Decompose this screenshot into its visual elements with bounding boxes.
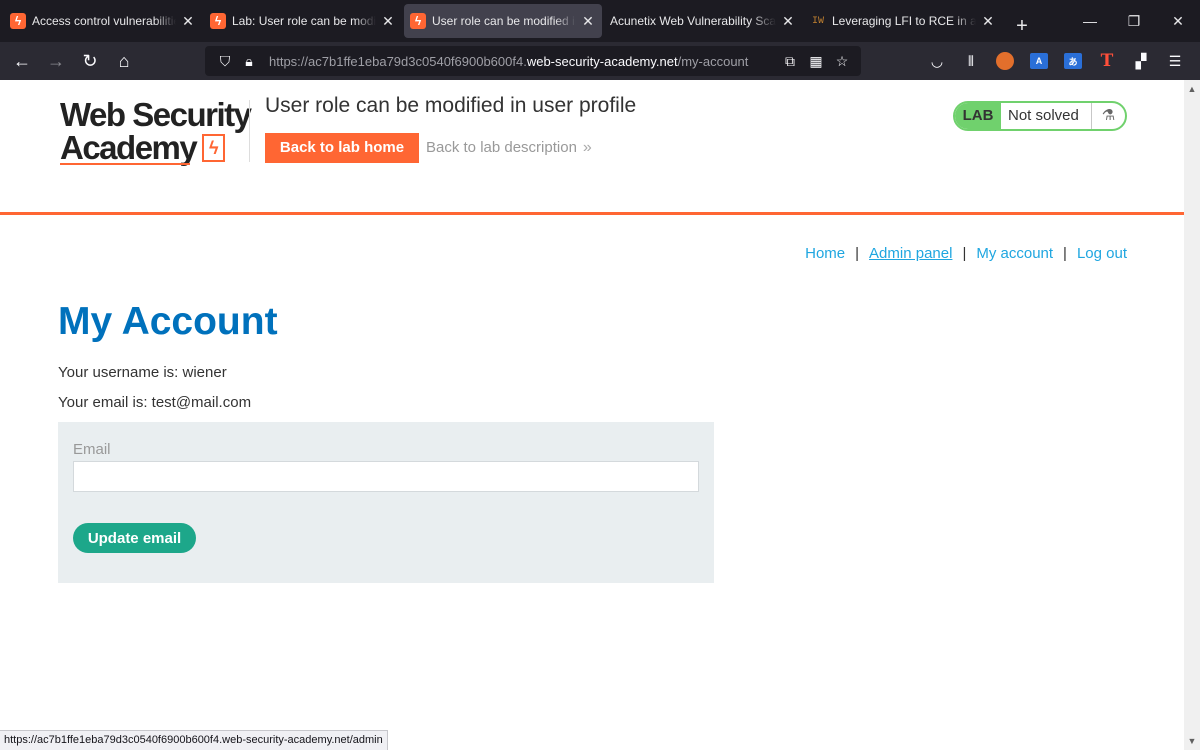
logo-academy-text: Academy <box>60 129 198 166</box>
t-extension-icon[interactable]: T <box>1090 46 1124 76</box>
lab-title: User role can be modified in user profil… <box>265 94 637 117</box>
url-path: /my-account <box>677 53 749 69</box>
tab-title: User role can be modified in user profil… <box>432 14 576 28</box>
web-security-academy-icon <box>210 13 226 29</box>
iw-icon: IW <box>811 15 824 27</box>
tab-title: Acunetix Web Vulnerability Scanner <box>610 14 776 28</box>
email-text: Your email is: test@mail.com <box>58 394 252 411</box>
web-security-academy-icon <box>410 13 426 29</box>
close-tab-icon[interactable]: ✕ <box>380 13 396 29</box>
localhost-extension-icon[interactable] <box>988 46 1022 76</box>
tab-title: Leveraging LFI to RCE in a website <box>832 14 976 28</box>
browser-tab-bar: Access control vulnerabilities ✕ Lab: Us… <box>0 0 1200 42</box>
pocket-icon[interactable]: ◡ <box>920 46 954 76</box>
restore-icon[interactable]: ❐ <box>1112 0 1156 42</box>
flask-icon: ⚗ <box>1091 103 1125 129</box>
reload-icon[interactable]: ↻ <box>73 46 107 76</box>
logo-line-2: Academy ϟ <box>60 131 246 164</box>
site-navigation: Home | Admin panel | My account | Log ou… <box>805 245 1127 262</box>
translator-extension-icon[interactable]: A <box>1022 46 1056 76</box>
tab-acunetix[interactable]: Acunetix Web Vulnerability Scanner ✕ <box>604 4 802 38</box>
lab-label: LAB <box>955 103 1001 129</box>
page-title: My Account <box>58 300 278 343</box>
lab-status-text: Not solved <box>1008 107 1079 124</box>
qr-code-icon[interactable]: ▦ <box>803 53 829 70</box>
translator-2-badge: あ <box>1064 53 1082 69</box>
tab-lab-description[interactable]: Lab: User role can be modified in user p… <box>204 4 402 38</box>
update-email-form: Email Update email <box>58 422 714 583</box>
tab-title: Lab: User role can be modified in user p… <box>232 14 376 28</box>
minimize-icon[interactable]: — <box>1068 0 1112 42</box>
translate-icon[interactable]: ⧉ <box>777 53 803 70</box>
email-label: Email <box>73 441 111 458</box>
username-text: Your username is: wiener <box>58 364 227 381</box>
scroll-up-arrow-icon[interactable]: ▲ <box>1184 82 1200 96</box>
nav-separator: | <box>1063 245 1067 262</box>
back-description-text: Back to lab description <box>426 139 577 156</box>
address-bar-actions: ⧉ ▦ ☆ <box>777 46 855 76</box>
update-email-button[interactable]: Update email <box>73 523 196 553</box>
nav-log-out-link[interactable]: Log out <box>1077 245 1127 262</box>
logo-divider <box>249 100 250 162</box>
lock-icon[interactable]: 🔒︎ <box>237 53 261 70</box>
extensions-icon[interactable]: ▞ <box>1124 46 1158 76</box>
close-tab-icon[interactable]: ✕ <box>580 13 596 29</box>
url-host: web-security-academy.net <box>526 53 678 69</box>
toolbar-extensions: ◡ ⫴ A あ T ▞ ☰ <box>920 46 1192 76</box>
nav-separator: | <box>962 245 967 262</box>
lightning-bolt-icon: ϟ <box>202 133 226 162</box>
page-scrollbar[interactable]: ▲ ▼ <box>1184 80 1200 750</box>
close-tab-icon[interactable]: ✕ <box>980 13 996 29</box>
tab-access-control[interactable]: Access control vulnerabilities ✕ <box>4 4 202 38</box>
nav-admin-panel-link[interactable]: Admin panel <box>869 245 952 262</box>
translator-badge: A <box>1030 53 1048 69</box>
tab-lfi-rce[interactable]: IW Leveraging LFI to RCE in a website ✕ <box>804 4 1002 38</box>
browser-toolbar: ← → ↻ ⌂ ⛉ 🔒︎ https://ac7b1ffe1eba79d3c05… <box>0 42 1200 80</box>
back-to-lab-description-link[interactable]: Back to lab description » <box>426 139 592 157</box>
tab-lab-active[interactable]: User role can be modified in user profil… <box>404 4 602 38</box>
shield-icon[interactable]: ⛉ <box>213 53 237 70</box>
scroll-down-arrow-icon[interactable]: ▼ <box>1184 734 1200 748</box>
home-icon[interactable]: ⌂ <box>107 46 141 76</box>
tab-title: Access control vulnerabilities <box>32 14 176 28</box>
tab-strip: Access control vulnerabilities ✕ Lab: Us… <box>0 0 1004 42</box>
url-prefix: https://ac7b1ffe1eba79d3c0540f6900b600f4… <box>269 53 527 69</box>
back-arrow-icon[interactable]: ← <box>5 46 39 76</box>
close-tab-icon[interactable]: ✕ <box>180 13 196 29</box>
close-tab-icon[interactable]: ✕ <box>780 13 796 29</box>
back-to-lab-home-button[interactable]: Back to lab home <box>265 133 419 163</box>
translator-2-extension-icon[interactable]: あ <box>1056 46 1090 76</box>
web-page: Web Security Academy ϟ User role can be m… <box>0 80 1184 750</box>
menu-icon[interactable]: ☰ <box>1158 46 1192 76</box>
email-input[interactable] <box>73 461 699 492</box>
localhost-circle <box>996 52 1014 70</box>
status-bar-link-preview: https://ac7b1ffe1eba79d3c0540f6900b600f4… <box>0 730 388 750</box>
web-security-academy-logo[interactable]: Web Security Academy ϟ <box>60 96 252 166</box>
nav-my-account-link[interactable]: My account <box>976 245 1053 262</box>
window-controls: — ❐ ✕ <box>1068 0 1200 42</box>
double-chevron-right-icon: » <box>582 139 592 156</box>
logo-line-1: Web Security <box>60 96 252 133</box>
nav-separator: | <box>855 245 860 262</box>
lab-header: Web Security Academy ϟ User role can be m… <box>0 80 1184 215</box>
lab-status-badge: LAB Not solved ⚗ <box>953 101 1127 131</box>
address-bar[interactable]: ⛉ 🔒︎ https://ac7b1ffe1eba79d3c0540f6900b… <box>205 46 861 76</box>
new-tab-button[interactable]: + <box>1006 10 1038 42</box>
web-security-academy-icon <box>10 13 26 29</box>
nav-home-link[interactable]: Home <box>805 245 845 262</box>
library-icon[interactable]: ⫴ <box>954 46 988 76</box>
close-window-icon[interactable]: ✕ <box>1156 0 1200 42</box>
bookmark-star-icon[interactable]: ☆ <box>829 53 855 70</box>
url-text[interactable]: https://ac7b1ffe1eba79d3c0540f6900b600f4… <box>269 54 748 69</box>
logo-underline <box>60 163 190 165</box>
forward-arrow-icon[interactable]: → <box>39 46 73 76</box>
